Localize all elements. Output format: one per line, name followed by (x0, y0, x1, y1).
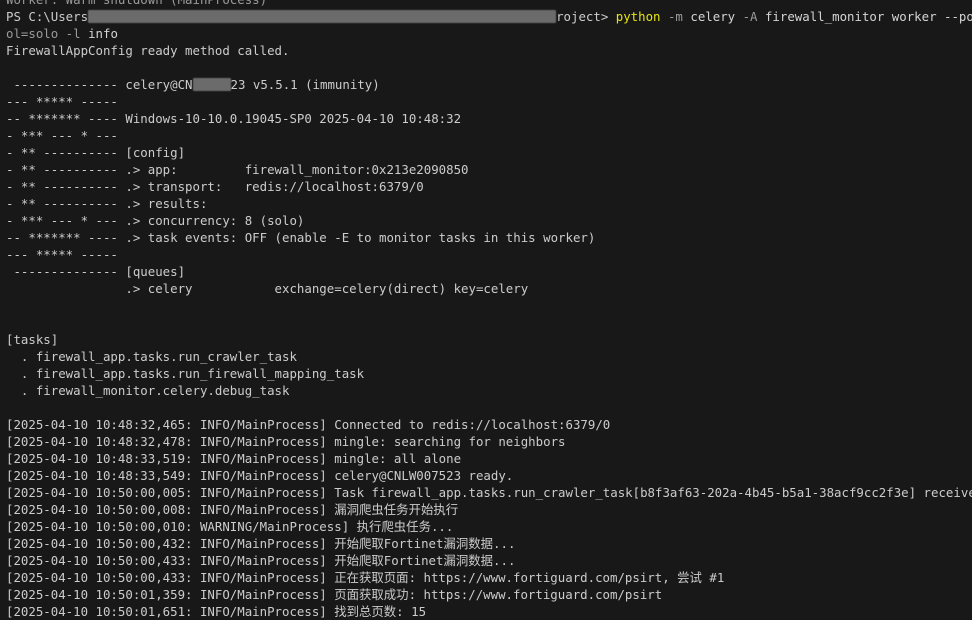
log-line: [2025-04-10 10:50:00,433: INFO/MainProce… (6, 570, 725, 585)
log-line: [2025-04-10 10:50:00,008: INFO/MainProce… (6, 502, 459, 517)
config-message: FirewallAppConfig ready method called. (6, 43, 290, 58)
command-app: firewall_monitor worker --po (764, 9, 972, 24)
prompt-suffix: roject> (556, 9, 616, 24)
log-line: [2025-04-10 10:48:33,549: INFO/MainProce… (6, 468, 514, 483)
terminal-line-shutdown: Worker: Warm shutdown (MainProcess) (6, 0, 972, 8)
banner-line-12: -------------- [queues] (6, 264, 186, 279)
terminal-output[interactable]: Worker: Warm shutdown (MainProcess) PS C… (0, 0, 972, 620)
banner-l1-suffix: 23 v5.5.1 (immunity) (230, 77, 380, 92)
prompt-prefix: PS C:\Users (6, 9, 89, 24)
redacted-hostname (192, 78, 231, 91)
command-wrap-b: info (88, 26, 118, 41)
banner-line-1: -------------- celery@CN 23 v5.5.1 (immun… (6, 76, 972, 93)
banner-line-10: -- ******* ---- .> task events: OFF (ena… (6, 230, 596, 245)
log-line: [2025-04-10 10:50:00,010: WARNING/MainPr… (6, 519, 454, 534)
banner-line-4: - *** --- * --- (6, 128, 118, 143)
log-line: [2025-04-10 10:50:01,651: INFO/MainProce… (6, 604, 427, 619)
command-celery: celery (690, 9, 736, 24)
banner-line-3: -- ******* ---- Windows-10-10.0.19045-SP… (6, 111, 462, 126)
banner-line-8: - ** ---------- .> results: (6, 196, 208, 211)
command-wrap-a: ol=solo -l (6, 26, 89, 41)
terminal-command-wrap: ol=solo -l info (6, 25, 972, 42)
tasks-header: [tasks] (6, 332, 59, 347)
command-args-a: -m (660, 9, 691, 24)
banner-line-11: --- ***** ----- (6, 247, 118, 262)
log-line: [2025-04-10 10:48:32,478: INFO/MainProce… (6, 434, 566, 449)
banner-line-9: - *** --- * --- .> concurrency: 8 (solo) (6, 213, 305, 228)
log-line: [2025-04-10 10:48:32,465: INFO/MainProce… (6, 417, 611, 432)
task-item: . firewall_monitor.celery.debug_task (6, 383, 290, 398)
log-line: [2025-04-10 10:50:00,433: INFO/MainProce… (6, 553, 516, 568)
banner-line-6: - ** ---------- .> app: firewall_monitor… (6, 162, 469, 177)
banner-line-13: .> celery exchange=celery(direct) key=ce… (6, 281, 529, 296)
banner-line-2: --- ***** ----- (6, 94, 118, 109)
log-line: [2025-04-10 10:48:33,519: INFO/MainProce… (6, 451, 462, 466)
banner-line-5: - ** ---------- [config] (6, 145, 186, 160)
task-item: . firewall_app.tasks.run_firewall_mappin… (6, 366, 365, 381)
log-line: [2025-04-10 10:50:01,359: INFO/MainProce… (6, 587, 663, 602)
banner-line-7: - ** ---------- .> transport: redis://lo… (6, 179, 424, 194)
log-line: [2025-04-10 10:50:00,005: INFO/MainProce… (6, 485, 972, 500)
banner-l1-prefix: -------------- celery@CN (6, 77, 193, 92)
log-line: [2025-04-10 10:50:00,432: INFO/MainProce… (6, 536, 516, 551)
redacted-path (88, 10, 557, 23)
command-python: python (615, 9, 661, 24)
command-args-b: -A (735, 9, 765, 24)
terminal-prompt-line: PS C:\Users roject> python -m celery -A f… (6, 8, 972, 25)
task-item: . firewall_app.tasks.run_crawler_task (6, 349, 297, 364)
